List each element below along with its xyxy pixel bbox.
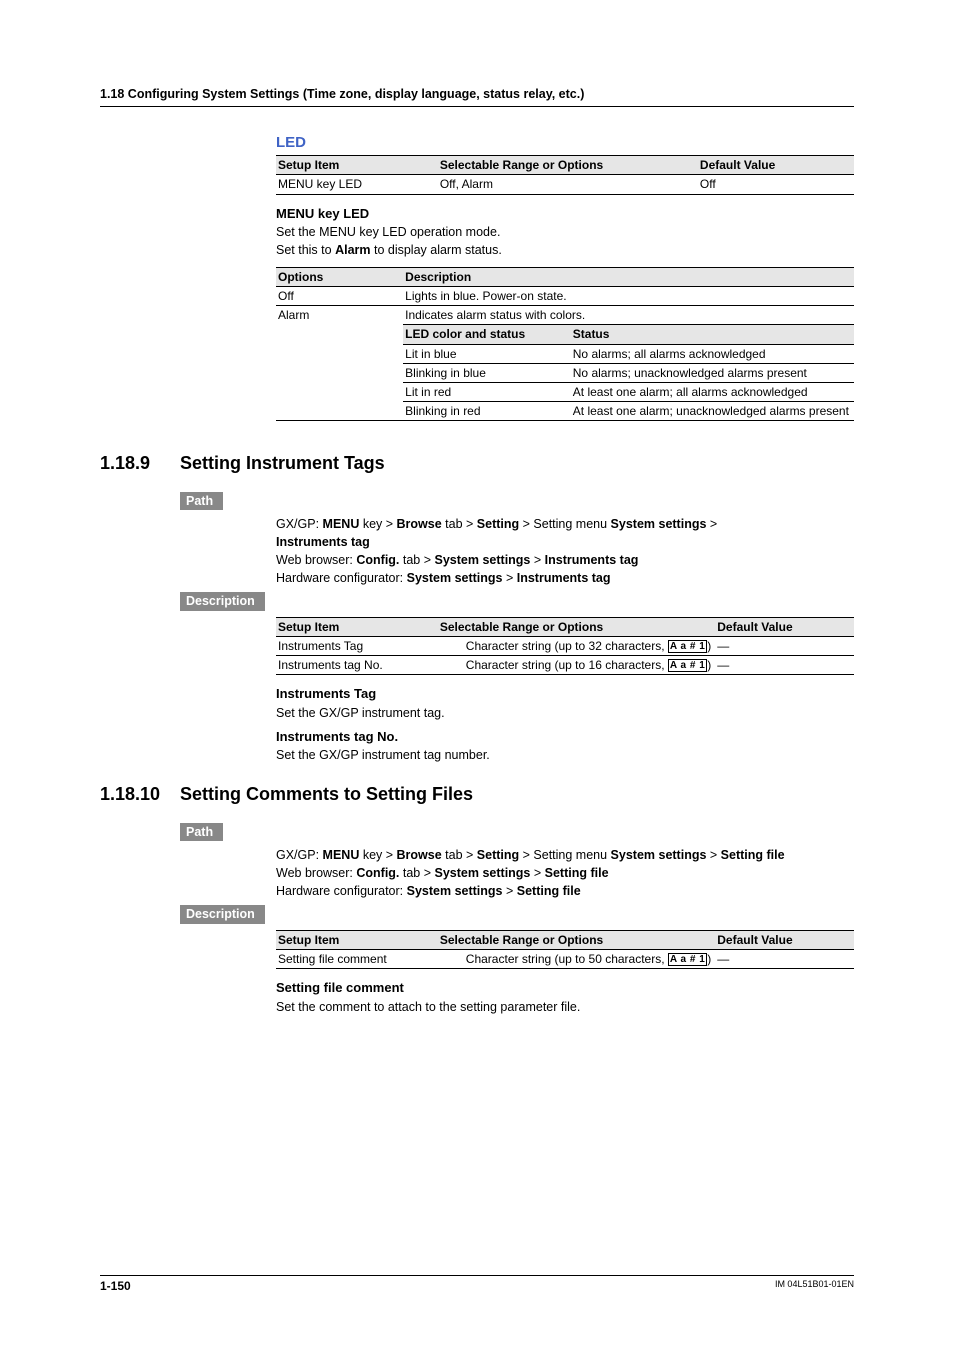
- table-row: MENU key LED Off, Alarm Off: [276, 175, 854, 194]
- th-range: Selectable Range or Options: [438, 156, 698, 175]
- charset-icon: A a # 1: [668, 659, 707, 672]
- description-label: Description: [180, 905, 265, 924]
- charset-icon: A a # 1: [668, 640, 707, 653]
- led-setup-table: Setup Item Selectable Range or Options D…: [276, 155, 854, 194]
- th-default: Default Value: [715, 617, 854, 636]
- table-row: Blinking in blue No alarms; unacknowledg…: [276, 363, 854, 382]
- path-label: Path: [180, 823, 223, 842]
- setting-file-table: Setup Item Selectable Range or Options D…: [276, 930, 854, 969]
- menu-key-led-p2: Set this to Alarm to display alarm statu…: [276, 242, 854, 259]
- table-row: Blinking in red At least one alarm; unac…: [276, 402, 854, 421]
- table-row: Lit in blue No alarms; all alarms acknow…: [276, 344, 854, 363]
- table-row: Instruments tag No. Character string (up…: [276, 656, 854, 675]
- th-default: Default Value: [715, 930, 854, 949]
- setting-file-comment-p: Set the comment to attach to the setting…: [276, 999, 854, 1016]
- menu-key-led-heading: MENU key LED: [276, 205, 854, 223]
- section-heading-1-18-9: 1.18.9 Setting Instrument Tags: [100, 451, 854, 475]
- setting-file-comment-heading: Setting file comment: [276, 979, 854, 997]
- menu-key-led-p1: Set the MENU key LED operation mode.: [276, 224, 854, 241]
- th-range: Selectable Range or Options: [438, 930, 715, 949]
- table-row: Alarm Indicates alarm status with colors…: [276, 306, 854, 325]
- table-row: Lit in red At least one alarm; all alarm…: [276, 382, 854, 401]
- path-block: GX/GP: MENU key > Browse tab > Setting >…: [276, 847, 854, 900]
- description-label: Description: [180, 592, 265, 611]
- table-row: Instruments Tag Character string (up to …: [276, 637, 854, 656]
- document-id: IM 04L51B01-01EN: [775, 1278, 854, 1294]
- table-row: LED color and status Status: [276, 325, 854, 344]
- th-setup-item: Setup Item: [276, 930, 438, 949]
- instruments-tag-p: Set the GX/GP instrument tag.: [276, 705, 854, 722]
- th-setup-item: Setup Item: [276, 156, 438, 175]
- led-heading: LED: [276, 133, 854, 153]
- path-label: Path: [180, 492, 223, 511]
- th-status: Status: [571, 325, 854, 344]
- table-row: Setting file comment Character string (u…: [276, 950, 854, 969]
- led-options-table: Options Description Off Lights in blue. …: [276, 267, 854, 422]
- th-options: Options: [276, 267, 403, 286]
- instruments-tag-no-heading: Instruments tag No.: [276, 728, 854, 746]
- instruments-tag-heading: Instruments Tag: [276, 685, 854, 703]
- table-row: Off Lights in blue. Power-on state.: [276, 286, 854, 305]
- path-block: GX/GP: MENU key > Browse tab > Setting >…: [276, 516, 854, 587]
- section-heading-1-18-10: 1.18.10 Setting Comments to Setting File…: [100, 782, 854, 806]
- page-number: 1-150: [100, 1278, 131, 1294]
- th-range: Selectable Range or Options: [438, 617, 715, 636]
- instruments-tag-no-p: Set the GX/GP instrument tag number.: [276, 747, 854, 764]
- th-setup-item: Setup Item: [276, 617, 438, 636]
- instruments-tag-table: Setup Item Selectable Range or Options D…: [276, 617, 854, 676]
- charset-icon: A a # 1: [668, 953, 707, 966]
- th-led-color: LED color and status: [403, 325, 571, 344]
- th-default: Default Value: [698, 156, 854, 175]
- th-description: Description: [403, 267, 854, 286]
- page-header: 1.18 Configuring System Settings (Time z…: [100, 86, 854, 107]
- page-footer: 1-150 IM 04L51B01-01EN: [100, 1275, 854, 1294]
